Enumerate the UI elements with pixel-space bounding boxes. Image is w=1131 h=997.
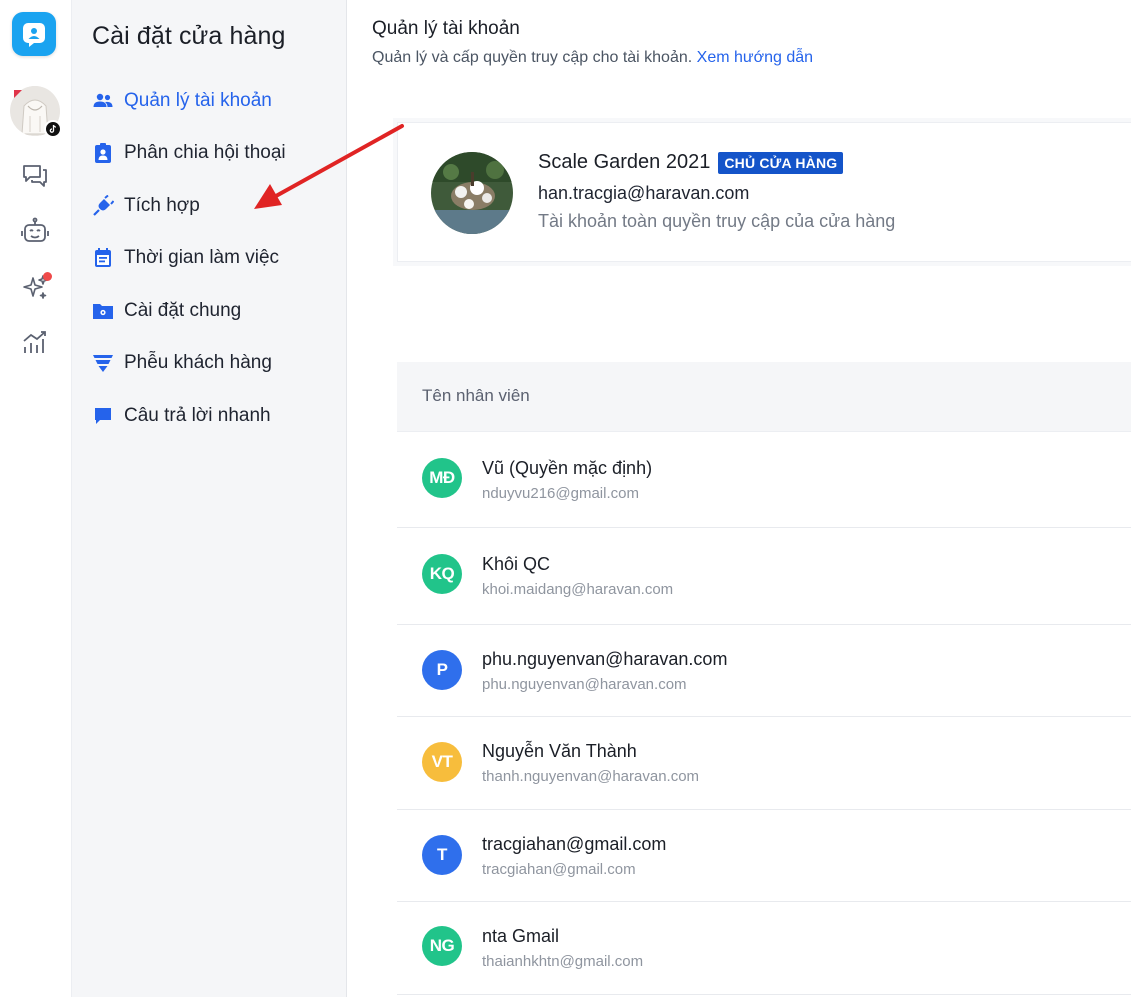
menu-item-account-management[interactable]: Quản lý tài khoản — [92, 86, 272, 116]
calendar-icon — [92, 247, 114, 269]
owner-name: Scale Garden 2021 — [538, 151, 711, 173]
owner-description: Tài khoản toàn quyền truy cập của cửa hà… — [538, 211, 896, 231]
table-row[interactable]: P phu.nguyenvan@haravan.com phu.nguyenva… — [397, 625, 1131, 717]
staff-table-header: Tên nhân viên — [397, 362, 1131, 432]
settings-title: Cài đặt cửa hàng — [92, 22, 286, 50]
avatar: T — [422, 835, 462, 875]
page-title: Quản lý tài khoản — [372, 18, 520, 39]
bot-icon[interactable] — [18, 215, 52, 249]
main-content: Quản lý tài khoản Quản lý và cấp quyền t… — [347, 0, 1131, 997]
page-subtitle: Quản lý và cấp quyền truy cập cho tài kh… — [372, 49, 813, 67]
avatar: P — [422, 650, 462, 690]
owner-name-row: Scale Garden 2021 CHỦ CỬA HÀNG — [538, 151, 844, 174]
subtitle-text: Quản lý và cấp quyền truy cập cho tài kh… — [372, 49, 693, 66]
menu-item-label: Phễu khách hàng — [124, 352, 272, 373]
analytics-icon[interactable] — [18, 326, 52, 360]
menu-item-conversation-assignment[interactable]: Phân chia hội thoại — [92, 138, 286, 168]
guide-link[interactable]: Xem hướng dẫn — [697, 49, 813, 66]
table-row[interactable]: MĐ Vũ (Quyền mặc định) nduyvu216@gmail.c… — [397, 432, 1131, 528]
ai-sparkle-icon[interactable] — [18, 270, 52, 304]
table-row[interactable]: NG nta Gmail thaianhkhtn@gmail.com — [397, 902, 1131, 995]
staff-name: nta Gmail — [482, 926, 560, 946]
menu-item-integration[interactable]: Tích hợp — [92, 191, 200, 221]
owner-email: han.tracgia@haravan.com — [538, 183, 750, 203]
staff-email: thanh.nguyenvan@haravan.com — [482, 768, 700, 785]
staff-name: Vũ (Quyền mặc định) — [482, 458, 653, 478]
menu-item-quick-replies[interactable]: Câu trả lời nhanh — [92, 401, 271, 431]
message-icon — [92, 405, 114, 427]
folder-gear-icon — [92, 300, 114, 322]
notification-dot — [43, 272, 52, 281]
staff-name: Khôi QC — [482, 554, 551, 574]
staff-name: tracgiahan@gmail.com — [482, 834, 667, 854]
menu-item-label: Phân chia hội thoại — [124, 142, 286, 163]
table-row[interactable]: VT Nguyễn Văn Thành thanh.nguyenvan@hara… — [397, 717, 1131, 810]
avatar: KQ — [422, 554, 462, 594]
menu-item-customer-funnel[interactable]: Phễu khách hàng — [92, 348, 272, 378]
column-header-staff-name: Tên nhân viên — [422, 386, 530, 405]
staff-name: Nguyễn Văn Thành — [482, 741, 637, 761]
staff-email: tracgiahan@gmail.com — [482, 861, 636, 878]
settings-sidebar: Cài đặt cửa hàng Quản lý tài khoản Phân … — [72, 0, 347, 997]
menu-item-label: Cài đặt chung — [124, 300, 242, 321]
icon-rail — [0, 0, 72, 997]
chat-app-icon — [23, 23, 45, 47]
funnel-icon — [92, 352, 114, 374]
owner-avatar — [431, 152, 513, 234]
staff-email: khoi.maidang@haravan.com — [482, 581, 674, 598]
store-avatar[interactable] — [10, 86, 62, 138]
menu-item-general-settings[interactable]: Cài đặt chung — [92, 296, 241, 326]
app-logo[interactable] — [12, 12, 56, 56]
chat-icon[interactable] — [18, 158, 52, 192]
avatar: MĐ — [422, 458, 462, 498]
badge-icon — [92, 142, 114, 164]
staff-email: thaianhkhtn@gmail.com — [482, 953, 644, 970]
staff-email: nduyvu216@gmail.com — [482, 485, 639, 502]
owner-role-badge: CHỦ CỬA HÀNG — [718, 151, 844, 174]
users-icon — [92, 90, 114, 112]
menu-item-working-time[interactable]: Thời gian làm việc — [92, 243, 279, 273]
table-row[interactable]: KQ Khôi QC khoi.maidang@haravan.com — [397, 528, 1131, 625]
avatar: NG — [422, 926, 462, 966]
avatar: VT — [422, 742, 462, 782]
menu-item-label: Câu trả lời nhanh — [124, 405, 271, 426]
menu-item-label: Quản lý tài khoản — [124, 90, 272, 111]
menu-item-label: Thời gian làm việc — [124, 247, 280, 268]
tiktok-icon — [44, 120, 62, 138]
staff-name: phu.nguyenvan@haravan.com — [482, 649, 728, 669]
store-flag-icon — [14, 90, 22, 98]
staff-email: phu.nguyenvan@haravan.com — [482, 676, 687, 693]
table-row[interactable]: T tracgiahan@gmail.com tracgiahan@gmail.… — [397, 810, 1131, 902]
plug-icon — [92, 195, 114, 217]
owner-card: Scale Garden 2021 CHỦ CỬA HÀNG han.tracg… — [397, 122, 1131, 262]
menu-item-label: Tích hợp — [124, 195, 200, 216]
